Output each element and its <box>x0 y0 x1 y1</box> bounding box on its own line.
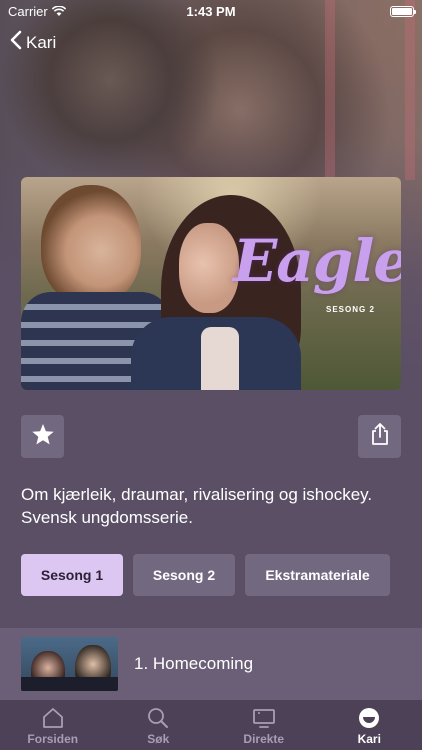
search-icon <box>146 706 170 730</box>
poster-season-label: SESONG 2 <box>326 305 375 314</box>
season-tabs: Sesong 1 Sesong 2 Ekstramateriale <box>21 554 390 596</box>
poster-figure <box>179 223 239 313</box>
tab-bar-item-direkte[interactable]: Direkte <box>224 706 304 746</box>
status-bar: Carrier 1:43 PM <box>0 0 422 22</box>
back-label: Kari <box>26 32 57 52</box>
tab-bar-item-kari[interactable]: Kari <box>329 706 409 746</box>
profile-icon <box>357 706 381 730</box>
home-icon <box>41 706 65 730</box>
share-icon <box>370 422 390 451</box>
back-button[interactable]: Kari <box>10 30 56 55</box>
poster-figure <box>201 327 239 390</box>
chevron-left-icon <box>10 30 22 55</box>
episode-row[interactable]: 1. Homecoming <box>0 628 422 700</box>
wifi-icon <box>51 6 66 16</box>
episode-thumbnail <box>21 637 118 691</box>
tab-bar-item-forsiden[interactable]: Forsiden <box>13 706 93 746</box>
tab-ekstramateriale[interactable]: Ekstramateriale <box>245 554 390 596</box>
status-left: Carrier <box>8 4 66 19</box>
tab-bar: Forsiden Søk Direkte Kari <box>0 700 422 750</box>
series-description: Om kjærleik, draumar, rivalisering og is… <box>21 485 373 527</box>
backdrop-stripe <box>325 0 335 180</box>
favorite-button[interactable] <box>21 415 64 458</box>
backdrop-stripe <box>405 0 415 180</box>
share-button[interactable] <box>358 415 401 458</box>
episode-title: 1. Homecoming <box>134 654 254 673</box>
battery-icon <box>390 5 416 17</box>
tab-sesong-1[interactable]: Sesong 1 <box>21 554 123 596</box>
poster-figure <box>41 185 141 305</box>
tab-bar-label: Forsiden <box>27 732 79 746</box>
poster-title: Eagles <box>233 227 401 295</box>
tab-bar-item-sok[interactable]: Søk <box>118 706 198 746</box>
star-icon <box>31 423 55 451</box>
tab-bar-label: Direkte <box>243 732 285 746</box>
series-poster: Eagles SESONG 2 <box>21 177 401 390</box>
tv-icon <box>252 706 276 730</box>
tab-sesong-2[interactable]: Sesong 2 <box>133 554 235 596</box>
carrier-label: Carrier <box>8 3 48 19</box>
tab-bar-label: Søk <box>147 732 170 746</box>
tab-bar-label: Kari <box>357 732 381 746</box>
